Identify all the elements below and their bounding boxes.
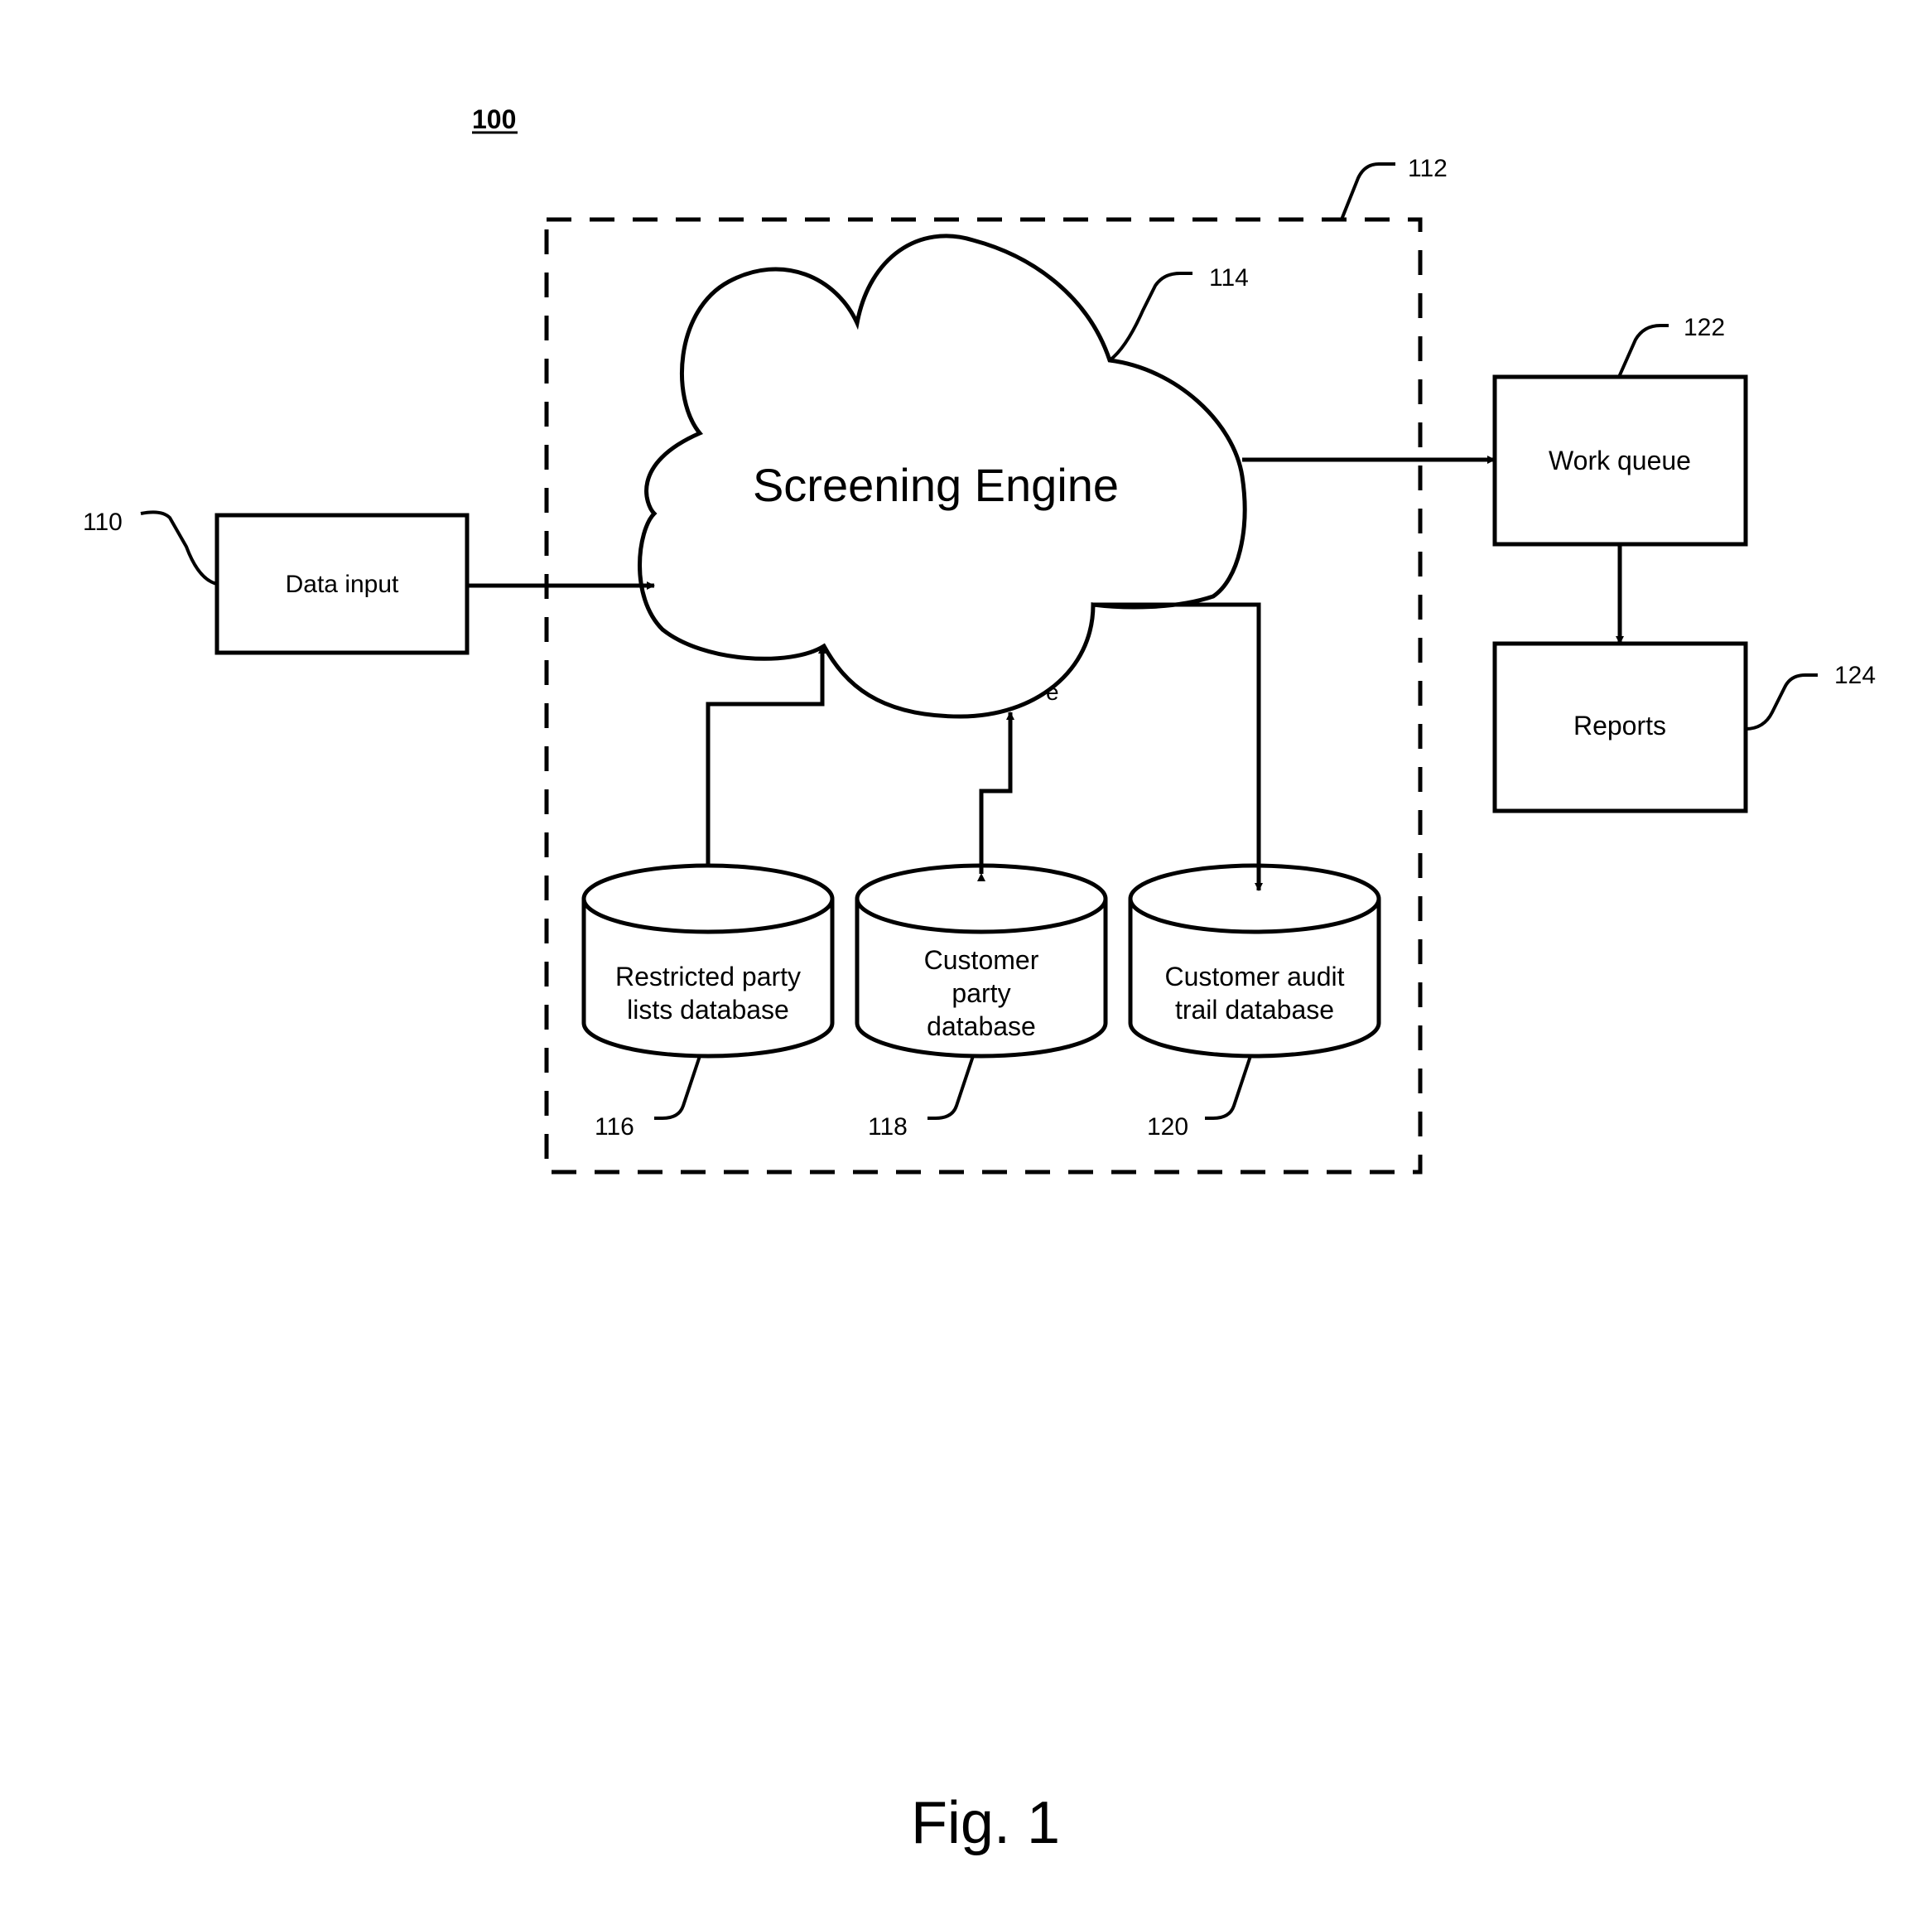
data-input-label: Data input: [286, 571, 399, 598]
ref-112: 112: [1408, 155, 1448, 182]
leader-116: [654, 1055, 701, 1120]
db-restricted-party-line1: Restricted party: [615, 962, 801, 991]
db-audit-trail-line1: Customer audit: [1165, 962, 1345, 991]
ref-118: 118: [868, 1113, 908, 1141]
db-customer-party-line1: Customer: [924, 945, 1039, 975]
database-customer-audit-trail: Customer audit trail database: [1128, 863, 1381, 1059]
db-audit-trail-line2: trail database: [1175, 995, 1334, 1025]
leader-122: [1617, 324, 1669, 378]
db-restricted-party-line2: lists database: [627, 995, 789, 1025]
database-restricted-party: Restricted party lists database: [581, 863, 835, 1059]
ref-124: 124: [1834, 662, 1876, 689]
ref-120: 120: [1147, 1113, 1188, 1141]
reports-label: Reports: [1573, 711, 1666, 741]
arrow-engine-to-audit-db: [1093, 602, 1263, 891]
leader-114: [1108, 272, 1192, 362]
ref-122: 122: [1684, 314, 1725, 341]
arrow-customer-db-to-engine: [977, 712, 1014, 881]
ref-114: 114: [1209, 264, 1249, 292]
figure-number: 100: [472, 104, 516, 134]
leader-120: [1205, 1055, 1252, 1120]
patent-diagram: 100 112 Screening Engine e 114 Data inpu…: [83, 104, 1876, 1856]
db-customer-party-line2: party: [952, 978, 1010, 1008]
leader-124: [1745, 673, 1818, 731]
screening-engine-label: Screening Engine: [753, 459, 1119, 511]
stray-glyph: e: [1046, 679, 1059, 705]
ref-116: 116: [595, 1113, 634, 1141]
arrow-restricted-db-to-engine: [706, 645, 826, 866]
leader-118: [927, 1055, 975, 1120]
figure-caption: Fig. 1: [911, 1790, 1060, 1856]
leader-110: [140, 510, 218, 586]
ref-110: 110: [83, 509, 123, 536]
leader-112: [1340, 162, 1395, 220]
db-customer-party-line3: database: [927, 1011, 1036, 1041]
work-queue-label: Work queue: [1549, 446, 1691, 475]
database-customer-party: Customer party database: [855, 863, 1108, 1059]
